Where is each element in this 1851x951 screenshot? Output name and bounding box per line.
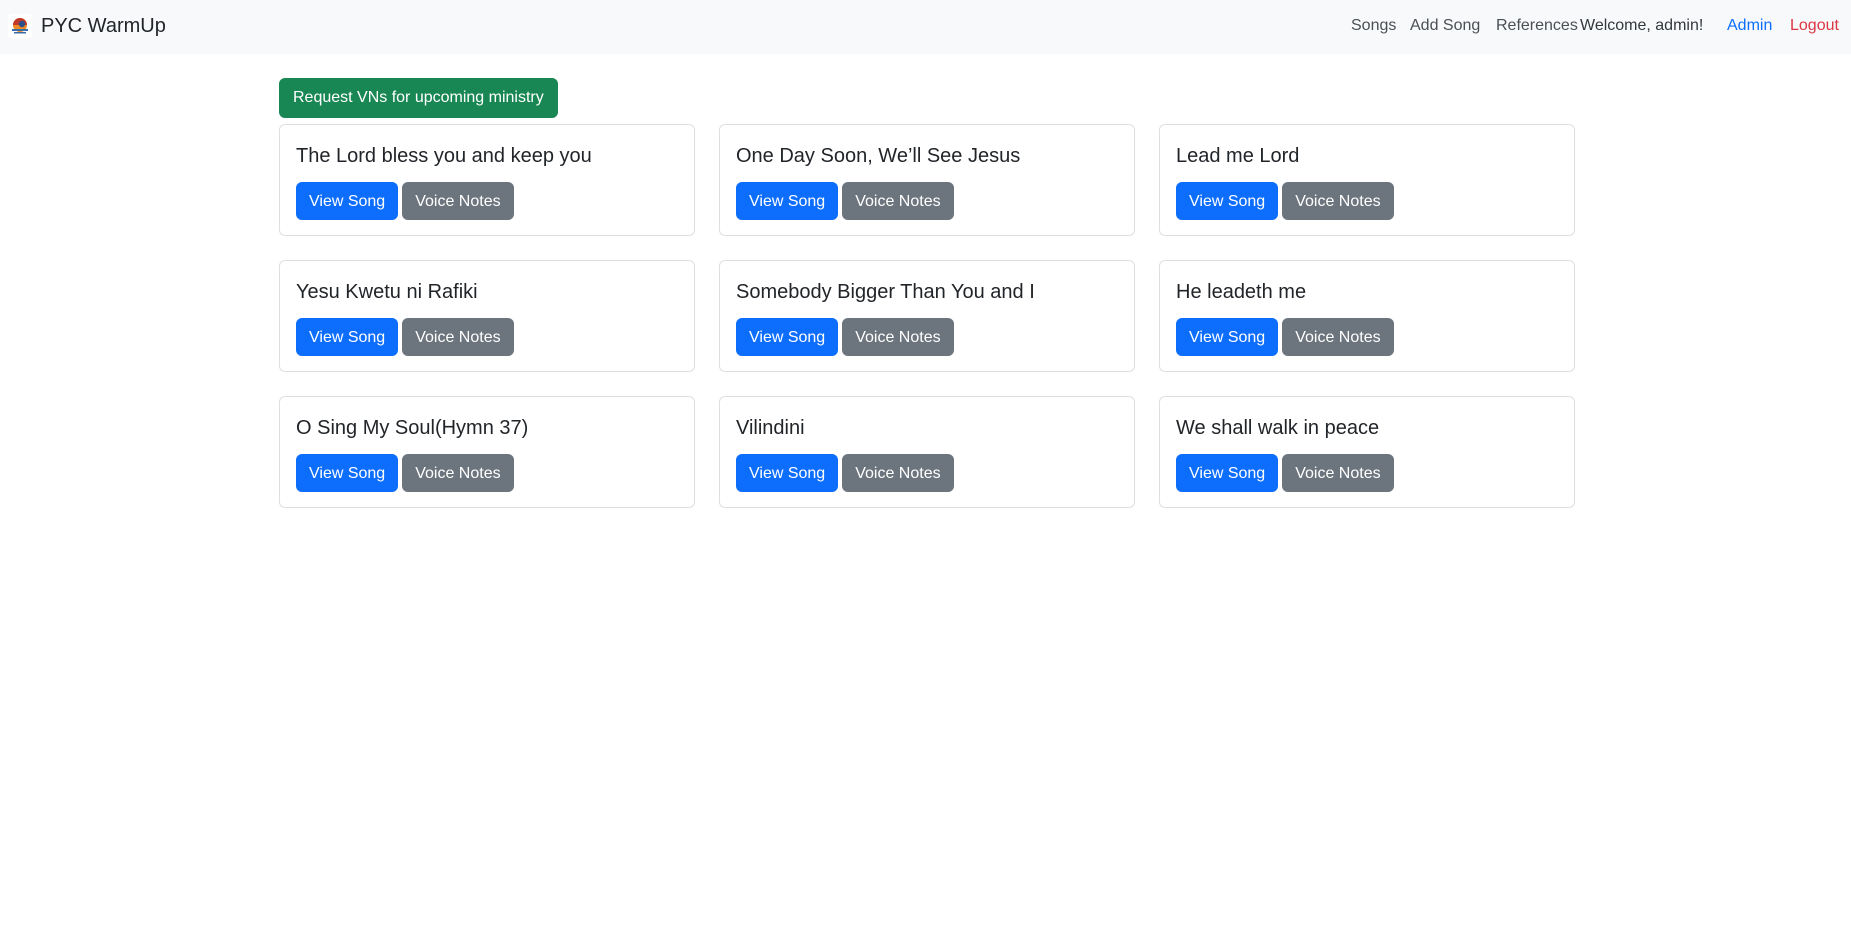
voice-notes-button[interactable]: Voice Notes [402, 454, 514, 492]
request-vns-button[interactable]: Request VNs for upcoming ministry [279, 78, 558, 118]
nav-menu-add: Add Song [1410, 15, 1480, 37]
voice-notes-button[interactable]: Voice Notes [1282, 318, 1394, 356]
song-title: Vilindini [736, 417, 805, 439]
view-song-button[interactable]: View Song [1176, 454, 1279, 492]
voice-notes-button[interactable]: Voice Notes [842, 454, 954, 492]
nav-add-song-link[interactable]: Add Song [1410, 15, 1480, 37]
song-card: One Day Soon, We’ll See Jesus View Song … [719, 124, 1135, 236]
song-title: Somebody Bigger Than You and I [736, 281, 1035, 303]
nav-songs-link[interactable]: Songs [1351, 15, 1396, 37]
view-song-button[interactable]: View Song [296, 454, 399, 492]
view-song-button[interactable]: View Song [736, 182, 839, 220]
voice-notes-button[interactable]: Voice Notes [1282, 454, 1394, 492]
welcome-area: Welcome, admin! [1580, 15, 1703, 37]
voice-notes-button[interactable]: Voice Notes [1282, 182, 1394, 220]
song-title: One Day Soon, We’ll See Jesus [736, 145, 1021, 167]
voice-notes-button[interactable]: Voice Notes [402, 182, 514, 220]
view-song-button[interactable]: View Song [296, 182, 399, 220]
nav-menu-admin: Admin [1727, 15, 1772, 37]
song-card: Yesu Kwetu ni Rafiki View Song Voice Not… [279, 260, 695, 372]
voice-notes-button[interactable]: Voice Notes [402, 318, 514, 356]
brand-link[interactable]: PYC WarmUp [8, 12, 166, 40]
view-song-button[interactable]: View Song [296, 318, 399, 356]
song-actions: View Song Voice Notes [1176, 454, 1394, 492]
nav-menu: Songs [1351, 15, 1396, 37]
song-actions: View Song Voice Notes [1176, 318, 1394, 356]
view-song-button[interactable]: View Song [736, 454, 839, 492]
song-actions: View Song Voice Notes [1176, 182, 1394, 220]
song-title: We shall walk in peace [1176, 417, 1380, 439]
song-title: Lead me Lord [1176, 145, 1300, 167]
nav-admin-link[interactable]: Admin [1727, 15, 1772, 37]
song-actions: View Song Voice Notes [736, 182, 954, 220]
song-card: We shall walk in peace View Song Voice N… [1159, 396, 1575, 508]
view-song-button[interactable]: View Song [1176, 182, 1279, 220]
song-title: He leadeth me [1176, 281, 1307, 303]
song-actions: View Song Voice Notes [736, 454, 954, 492]
song-card: He leadeth me View Song Voice Notes [1159, 260, 1575, 372]
song-card: Lead me Lord View Song Voice Notes [1159, 124, 1575, 236]
song-actions: View Song Voice Notes [296, 182, 514, 220]
nav-logout-link[interactable]: Logout [1790, 15, 1839, 37]
voice-notes-button[interactable]: Voice Notes [842, 318, 954, 356]
song-card: Vilindini View Song Voice Notes [719, 396, 1135, 508]
song-card: Somebody Bigger Than You and I View Song… [719, 260, 1135, 372]
song-card: The Lord bless you and keep you View Son… [279, 124, 695, 236]
brand-title: PYC WarmUp [41, 15, 166, 37]
welcome-text: Welcome, admin! [1580, 17, 1704, 34]
voice-notes-button[interactable]: Voice Notes [842, 182, 954, 220]
song-title: The Lord bless you and keep you [296, 145, 592, 167]
view-song-button[interactable]: View Song [736, 318, 839, 356]
navbar: PYC WarmUp Songs Add Song References Wel… [0, 0, 1851, 54]
song-card: O Sing My Soul(Hymn 37) View Song Voice … [279, 396, 695, 508]
song-actions: View Song Voice Notes [296, 454, 514, 492]
sunset-logo-icon [8, 14, 32, 38]
view-song-button[interactable]: View Song [1176, 318, 1279, 356]
nav-menu-logout: Logout [1790, 15, 1839, 37]
main-content: Request VNs for upcoming ministry The Lo… [279, 78, 1575, 508]
song-actions: View Song Voice Notes [296, 318, 514, 356]
nav-references-link[interactable]: References [1496, 15, 1578, 37]
nav-menu-references: References [1496, 15, 1578, 37]
song-title: O Sing My Soul(Hymn 37) [296, 417, 529, 439]
song-title: Yesu Kwetu ni Rafiki [296, 281, 478, 303]
song-actions: View Song Voice Notes [736, 318, 954, 356]
